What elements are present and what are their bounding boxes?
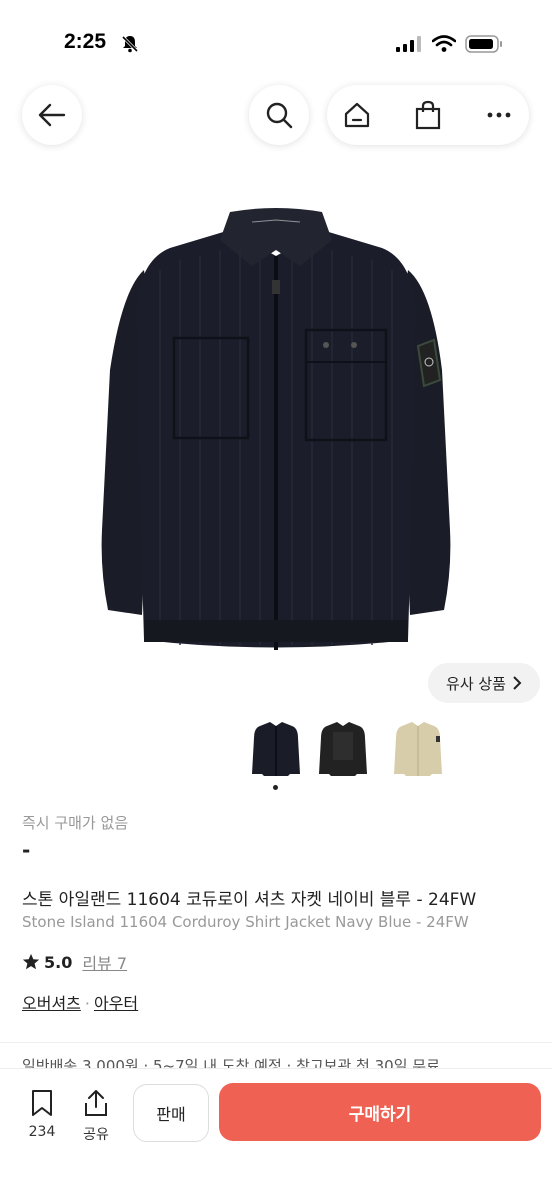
category-links: 오버셔츠 · 아우터 — [22, 990, 532, 1014]
bottom-action-bar: 234 공유 판매 구매하기 — [0, 1068, 552, 1201]
wishlist-count: 234 — [28, 1124, 56, 1140]
more-button[interactable] — [469, 85, 529, 145]
bell-slash-icon — [120, 34, 140, 58]
product-title-english: Stone Island 11604 Corduroy Shirt Jacket… — [22, 913, 469, 931]
price: - — [22, 838, 31, 862]
status-time: 2:25 — [64, 30, 107, 53]
shopping-bag-icon — [415, 100, 441, 130]
review-link[interactable]: 리뷰 7 — [82, 950, 127, 974]
share-button[interactable]: 공유 — [76, 1089, 116, 1144]
bookmark-icon — [32, 1090, 52, 1116]
share-label: 공유 — [83, 1127, 109, 1143]
category-outer[interactable]: 아우터 — [94, 994, 138, 1013]
wifi-icon — [431, 35, 457, 57]
cellular-signal-icon — [396, 36, 422, 56]
battery-icon — [465, 35, 503, 57]
status-bar: 2:25 — [0, 0, 552, 80]
back-arrow-icon — [38, 103, 66, 127]
search-button[interactable] — [249, 85, 309, 145]
search-icon — [266, 102, 293, 129]
chevron-right-icon — [513, 676, 522, 690]
similar-products-label: 유사 상품 — [446, 674, 506, 693]
sell-button[interactable]: 판매 — [133, 1084, 209, 1142]
category-separator: · — [84, 994, 90, 1013]
thumbnail-beige[interactable] — [392, 718, 444, 780]
instant-purchase-status: 즉시 구매가 없음 — [22, 814, 129, 832]
similar-products-button[interactable]: 유사 상품 — [428, 663, 540, 703]
share-icon — [85, 1090, 107, 1116]
category-overshirt[interactable]: 오버셔츠 — [22, 994, 81, 1013]
buy-button[interactable]: 구매하기 — [219, 1083, 541, 1141]
header-actions — [327, 85, 529, 145]
active-thumbnail-indicator — [273, 785, 278, 790]
product-image — [101, 208, 451, 650]
star-icon — [22, 953, 40, 970]
product-title-korean: 스톤 아일랜드 11604 코듀로이 셔츠 자켓 네이비 블루 - 24FW — [22, 890, 477, 910]
thumbnail-back[interactable] — [317, 718, 369, 780]
thumbnail-front[interactable] — [250, 718, 302, 780]
home-button[interactable] — [327, 85, 387, 145]
rating-row: 5.0 리뷰 7 — [22, 950, 532, 974]
back-button[interactable] — [22, 85, 82, 145]
shopping-bag-button[interactable] — [398, 85, 458, 145]
top-navigation — [0, 85, 552, 147]
rating-score: 5.0 — [44, 952, 73, 972]
home-icon — [344, 102, 370, 128]
more-icon — [487, 112, 511, 118]
wishlist-button[interactable]: 234 — [22, 1089, 62, 1140]
section-divider — [0, 1042, 552, 1043]
